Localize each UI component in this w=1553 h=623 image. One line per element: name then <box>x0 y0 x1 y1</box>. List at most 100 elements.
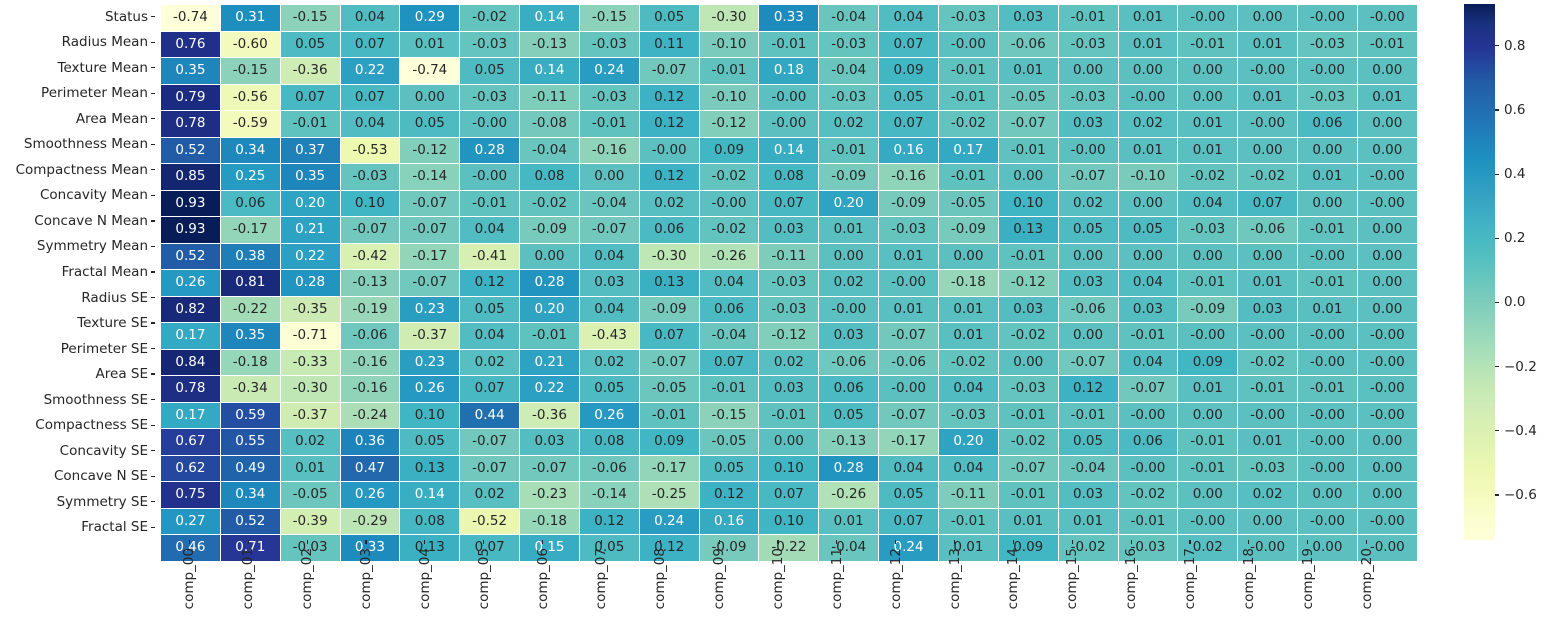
colorbar-tick-mark <box>1495 494 1499 496</box>
heatmap-cell: 0.00 <box>1297 481 1358 509</box>
heatmap-cell: -0.00 <box>638 136 700 165</box>
heatmap-cell: -0.07 <box>519 454 580 483</box>
heatmap-cell: -0.00 <box>1237 110 1299 138</box>
heatmap-cell: 0.04 <box>578 295 640 324</box>
heatmap-cell: 0.07 <box>459 375 521 403</box>
x-tick-comp_02: comp_02 <box>278 540 337 609</box>
heatmap-cell: 0.12 <box>638 110 700 138</box>
heatmap-cell: 0.07 <box>339 30 401 59</box>
heatmap-cell: 0.07 <box>638 322 700 350</box>
heatmap-cell: -0.02 <box>937 348 999 377</box>
heatmap-cell: 0.17 <box>160 322 221 350</box>
heatmap-cell: -0.12 <box>399 136 461 165</box>
heatmap-cell: -0.30 <box>698 4 760 32</box>
y-tick-label: Perimeter SE <box>60 340 148 357</box>
heatmap-cell: -0.00 <box>1057 136 1119 165</box>
x-tick-label: comp_02 <box>299 548 316 610</box>
heatmap-cell: 0.09 <box>698 136 760 165</box>
heatmap-cell: -0.06 <box>578 454 640 483</box>
heatmap-cell: 0.02 <box>638 189 700 218</box>
heatmap-grid: -0.74 0.31 -0.15 0.04 0.29 -0.02 0.14 -0.15 0.05… <box>160 4 1418 562</box>
colorbar-tick-label: −0.4 <box>1504 422 1537 439</box>
heatmap-cell: 0.49 <box>219 454 281 483</box>
heatmap-row: 0.76 -0.60 0.05 0.07 0.01 -0.03 -0.13 -0.03 0.11… <box>160 30 1418 59</box>
y-tick-perimeter-mean: Perimeter Mean <box>41 81 160 107</box>
heatmap-cell: 0.00 <box>1356 216 1418 244</box>
heatmap-cell: 0.79 <box>160 83 221 112</box>
heatmap-cell: 0.00 <box>1237 136 1299 165</box>
heatmap-cell: 0.08 <box>399 507 461 536</box>
heatmap-cell: 0.00 <box>758 428 820 456</box>
heatmap-cell: -0.18 <box>219 348 281 377</box>
x-tick-label: comp_06 <box>534 548 551 610</box>
heatmap-cell: 0.07 <box>878 110 939 138</box>
heatmap-cell: 0.05 <box>459 57 521 85</box>
y-tick-mark <box>151 92 155 94</box>
heatmap-cell: -0.02 <box>997 428 1059 456</box>
heatmap-cell: 0.00 <box>399 83 461 112</box>
heatmap-cell: -0.01 <box>937 83 999 112</box>
x-tick-comp_18: comp_18 <box>1219 540 1278 609</box>
heatmap-cell: 0.02 <box>578 348 640 377</box>
heatmap-cell: 0.01 <box>1057 507 1119 536</box>
heatmap-cell: 0.00 <box>578 163 640 191</box>
heatmap-cell: 0.38 <box>219 242 281 271</box>
heatmap-cell: 0.03 <box>818 322 880 350</box>
x-tick-label: comp_00 <box>181 548 198 610</box>
heatmap-cell: -0.03 <box>937 401 999 430</box>
heatmap-cell: -0.02 <box>1237 348 1299 377</box>
heatmap-cell: -0.03 <box>1237 454 1299 483</box>
heatmap-cell: 0.04 <box>878 4 939 32</box>
heatmap-cell: 0.13 <box>399 454 461 483</box>
heatmap-cell: -0.03 <box>578 30 640 59</box>
heatmap-cell: -0.01 <box>698 375 760 403</box>
x-tick-mark <box>777 540 779 544</box>
heatmap-cell: -0.01 <box>997 401 1059 430</box>
heatmap-cell: -0.07 <box>878 322 939 350</box>
heatmap-cell: 0.10 <box>339 189 401 218</box>
x-tick-label: comp_11 <box>828 548 845 610</box>
heatmap-cell: -0.07 <box>578 216 640 244</box>
heatmap-cell: -0.16 <box>578 136 640 165</box>
heatmap-cell: -0.06 <box>1057 295 1119 324</box>
heatmap-cell: 0.00 <box>937 242 999 271</box>
x-tick-comp_08: comp_08 <box>631 540 690 609</box>
heatmap-cell: 0.09 <box>878 57 939 85</box>
heatmap-cell: -0.09 <box>878 189 939 218</box>
heatmap-cell: 0.35 <box>160 57 221 85</box>
heatmap-cell: -0.03 <box>818 30 880 59</box>
heatmap-cell: 0.00 <box>1177 57 1239 85</box>
y-tick-concavity-se: Concavity SE <box>60 438 160 464</box>
heatmap-cell: 0.01 <box>878 242 939 271</box>
colorbar-tick-mark <box>1495 237 1499 239</box>
y-tick-label: Smoothness SE <box>43 391 148 408</box>
heatmap-cell: 0.00 <box>1237 507 1299 536</box>
colorbar-tick-label: 0.2 <box>1504 230 1526 247</box>
heatmap-cell: 0.04 <box>578 242 640 271</box>
heatmap-cell: 0.00 <box>1237 242 1299 271</box>
heatmap-cell: -0.02 <box>519 189 580 218</box>
heatmap-cell: -0.29 <box>339 507 401 536</box>
heatmap-cell: -0.01 <box>578 110 640 138</box>
colorbar-tick-label: 0.4 <box>1504 166 1526 183</box>
heatmap-cell: -0.03 <box>1297 30 1358 59</box>
heatmap-cell: 0.05 <box>279 30 341 59</box>
heatmap-cell: 0.29 <box>399 4 461 32</box>
heatmap-row: 0.78 -0.34 -0.30 -0.16 0.26 0.07 0.22 0.05 -0.05… <box>160 375 1418 403</box>
heatmap-cell: -0.03 <box>937 4 999 32</box>
x-tick-mark <box>895 540 897 544</box>
heatmap-cell: 0.23 <box>399 348 461 377</box>
x-tick-mark <box>1365 540 1368 544</box>
heatmap-cell: -0.01 <box>997 242 1059 271</box>
heatmap-cell: 0.35 <box>279 163 341 191</box>
x-tick-mark <box>247 540 249 544</box>
heatmap-cell: 0.06 <box>818 375 880 403</box>
heatmap-cell: -0.41 <box>459 242 521 271</box>
heatmap-cell: -0.03 <box>1177 216 1239 244</box>
heatmap-cell: -0.17 <box>399 242 461 271</box>
heatmap-cell: 0.10 <box>997 189 1059 218</box>
heatmap-cell: -0.01 <box>1117 507 1179 536</box>
heatmap-cell: 0.01 <box>1297 163 1358 191</box>
x-tick-label: comp_04 <box>416 548 433 610</box>
heatmap-cell: 0.01 <box>818 216 880 244</box>
